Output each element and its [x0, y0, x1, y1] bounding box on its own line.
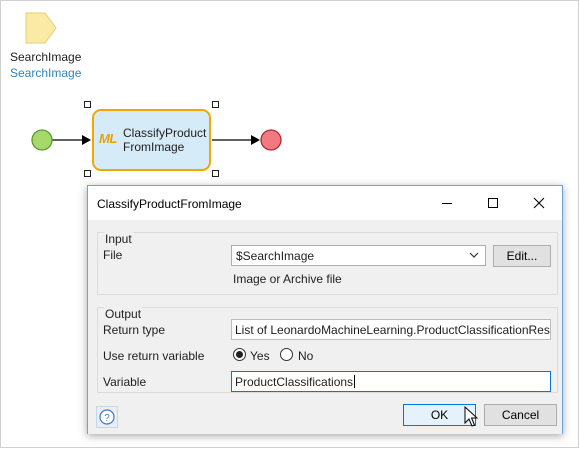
minimize-icon: [442, 203, 452, 204]
activity-label-line-1: ClassifyProduct: [123, 126, 207, 140]
selection-handle-bottom-left[interactable]: [84, 170, 91, 177]
chevron-down-icon: [469, 252, 479, 258]
ml-badge-icon: ML: [99, 131, 117, 146]
activity-properties-dialog: ClassifyProductFromImage Input File $Sea…: [87, 185, 563, 434]
help-button[interactable]: ?: [96, 406, 118, 428]
output-group-title: Output: [104, 307, 143, 321]
use-return-no-radio[interactable]: [280, 348, 293, 361]
return-type-value: List of LeonardoMachineLearning.ProductC…: [235, 323, 551, 337]
file-select-value: $SearchImage: [236, 249, 315, 263]
selection-handle-top-left[interactable]: [84, 101, 91, 108]
use-return-no-label[interactable]: No: [298, 349, 313, 363]
use-return-variable-label: Use return variable: [103, 349, 205, 363]
close-icon: [533, 197, 545, 209]
maximize-icon: [488, 198, 498, 208]
selection-handle-top-right[interactable]: [212, 101, 219, 108]
dialog-title: ClassifyProductFromImage: [97, 197, 242, 211]
dialog-titlebar[interactable]: ClassifyProductFromImage: [88, 186, 562, 220]
variable-input[interactable]: ProductClassifications: [231, 371, 551, 392]
ml-activity[interactable]: ML ClassifyProduct FromImage: [92, 109, 211, 171]
return-type-label: Return type: [103, 323, 166, 337]
file-hint: Image or Archive file: [233, 272, 342, 286]
use-return-yes-label[interactable]: Yes: [250, 349, 270, 363]
maximize-button[interactable]: [470, 186, 516, 220]
input-group-title: Input: [104, 232, 133, 246]
return-type-field: List of LeonardoMachineLearning.ProductC…: [231, 319, 551, 340]
file-select[interactable]: $SearchImage: [231, 245, 486, 266]
variable-value: ProductClassifications: [235, 375, 354, 389]
svg-text:?: ?: [104, 413, 110, 424]
sequence-flow-out-arrow: [251, 135, 260, 145]
use-return-yes-radio[interactable]: [233, 348, 246, 361]
file-label: File: [103, 248, 123, 262]
selection-handle-bottom-right[interactable]: [212, 170, 219, 177]
cancel-button[interactable]: Cancel: [484, 404, 557, 426]
activity-label: ClassifyProduct FromImage: [123, 126, 206, 154]
mouse-pointer-icon: [464, 406, 478, 427]
variable-label: Variable: [103, 375, 147, 389]
activity-label-line-2: FromImage: [123, 140, 185, 154]
edit-button[interactable]: Edit...: [493, 245, 551, 267]
help-icon: ?: [99, 409, 115, 425]
close-button[interactable]: [516, 186, 562, 220]
minimize-button[interactable]: [424, 186, 470, 220]
end-event: [260, 129, 282, 151]
sequence-flow-in-arrow: [82, 135, 91, 145]
text-caret: [354, 375, 356, 388]
start-event: [31, 129, 53, 151]
dialog-footer: ? OK Cancel: [88, 398, 562, 434]
